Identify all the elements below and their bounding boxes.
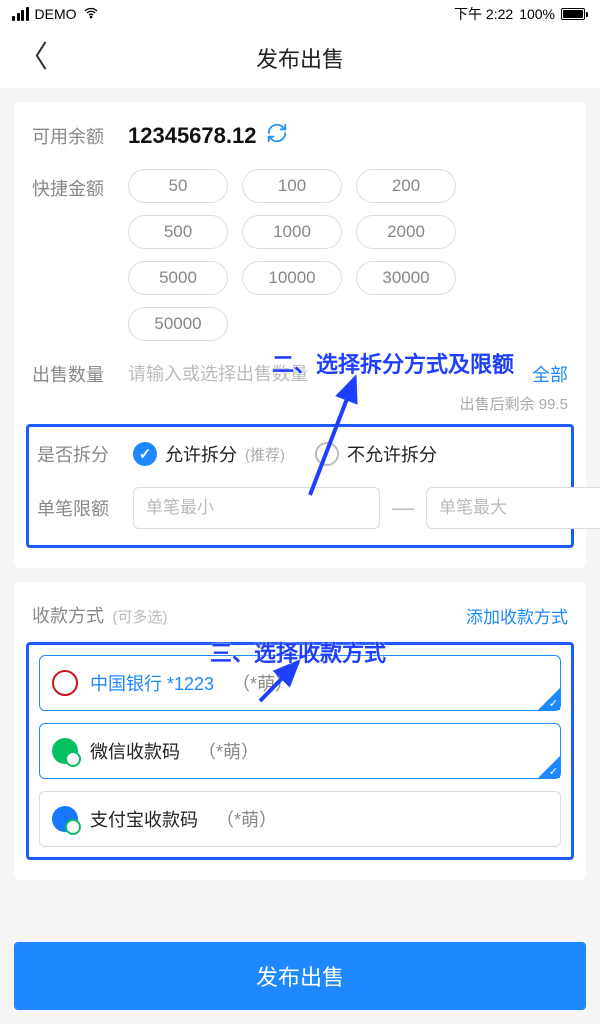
after-sell-remaining: 出售后剩余 99.5 (32, 393, 568, 414)
wifi-icon (83, 5, 99, 24)
quick-amount-chip[interactable]: 10000 (242, 261, 342, 295)
quick-amount-chips: 50 100 200 500 1000 2000 5000 10000 30000 50000 (128, 169, 568, 341)
back-button[interactable]: 〈 (18, 43, 48, 73)
payment-option-main: 微信收款码 (90, 738, 180, 764)
quantity-row: 出售数量 全部 (32, 361, 568, 387)
status-left: DEMO (12, 5, 99, 24)
quick-amount-chip[interactable]: 500 (128, 215, 228, 249)
radio-allow-rec: (推荐) (245, 444, 285, 465)
signal-icon (12, 7, 29, 21)
battery-icon (561, 8, 588, 20)
status-right: 下午 2:22 100% (454, 4, 588, 24)
quick-amount-label: 快捷金额 (32, 169, 128, 201)
radio-checked-icon (133, 442, 157, 466)
quantity-all-button[interactable]: 全部 (532, 361, 568, 387)
quick-amount-chip[interactable]: 30000 (356, 261, 456, 295)
split-limit-highlight-box: 是否拆分 允许拆分 (推荐) 不允许拆分 单笔限额 — (26, 424, 574, 548)
quick-amount-chip[interactable]: 5000 (128, 261, 228, 295)
quick-amount-chip[interactable]: 200 (356, 169, 456, 203)
payment-list-highlight-box: 中国银行 *1223 （*萌） 微信收款码 （*萌） 支付宝收款码 （*萌） (26, 642, 574, 860)
radio-disallow-split[interactable]: 不允许拆分 (315, 441, 437, 467)
quick-amount-chip[interactable]: 2000 (356, 215, 456, 249)
limit-min-input[interactable] (133, 487, 380, 529)
payment-header: 收款方式 (可多选) 添加收款方式 (32, 602, 568, 628)
sell-form-panel: 可用余额 12345678.12 快捷金额 50 100 200 500 1000 200… (14, 102, 586, 568)
limit-label: 单笔限额 (37, 495, 133, 521)
status-bar: DEMO 下午 2:22 100% (0, 0, 600, 28)
limit-max-input[interactable] (426, 487, 600, 529)
battery-percent: 100% (519, 6, 555, 22)
payment-option[interactable]: 中国银行 *1223 （*萌） (39, 655, 561, 711)
radio-unchecked-icon (315, 442, 339, 466)
payment-option-sub: （*萌） (198, 738, 259, 764)
radio-allow-label: 允许拆分 (165, 441, 237, 467)
quick-amount-row: 快捷金额 50100200500100020005000100003000050… (32, 169, 568, 341)
balance-label: 可用余额 (32, 123, 128, 149)
quick-amount-chip[interactable]: 100 (242, 169, 342, 203)
payment-option-sub: （*萌） (232, 670, 293, 696)
nav-header: 〈 发布出售 (0, 28, 600, 88)
quantity-input[interactable] (128, 364, 522, 385)
quick-amount-chip[interactable]: 50000 (128, 307, 228, 341)
alipay-icon (52, 806, 78, 832)
wechat-icon (52, 738, 78, 764)
balance-value: 12345678.12 (128, 123, 256, 149)
limit-dash: — (392, 495, 414, 521)
quick-amount-chip[interactable]: 1000 (242, 215, 342, 249)
split-label: 是否拆分 (37, 441, 133, 467)
bank-icon (52, 670, 78, 696)
payment-option-sub: （*萌） (216, 806, 277, 832)
balance-row: 可用余额 12345678.12 (32, 122, 568, 149)
quantity-label: 出售数量 (32, 361, 128, 387)
split-row: 是否拆分 允许拆分(推荐) 不允许拆分 (41, 441, 559, 467)
payment-option[interactable]: 支付宝收款码 （*萌） (39, 791, 561, 847)
refresh-icon[interactable] (266, 122, 288, 149)
add-payment-button[interactable]: 添加收款方式 (466, 603, 568, 628)
payment-panel: 收款方式 (可多选) 添加收款方式 中国银行 *1223 （*萌） 微信收款码 （*萌… (14, 582, 586, 880)
selected-corner-icon (538, 688, 560, 710)
limit-row: 单笔限额 — (41, 487, 559, 529)
payment-option-main: 中国银行 *1223 (90, 670, 214, 696)
clock-label: 下午 2:22 (454, 4, 513, 24)
quick-amount-chip[interactable]: 50 (128, 169, 228, 203)
submit-button[interactable]: 发布出售 (14, 942, 586, 1010)
page-title: 发布出售 (256, 42, 344, 74)
radio-allow-split[interactable]: 允许拆分 (推荐) (133, 441, 285, 467)
radio-disallow-label: 不允许拆分 (347, 441, 437, 467)
selected-corner-icon (538, 756, 560, 778)
payment-hint: (可多选) (112, 609, 167, 626)
payment-option-main: 支付宝收款码 (90, 806, 198, 832)
carrier-label: DEMO (35, 6, 77, 22)
payment-label: 收款方式 (32, 606, 104, 626)
payment-option[interactable]: 微信收款码 （*萌） (39, 723, 561, 779)
